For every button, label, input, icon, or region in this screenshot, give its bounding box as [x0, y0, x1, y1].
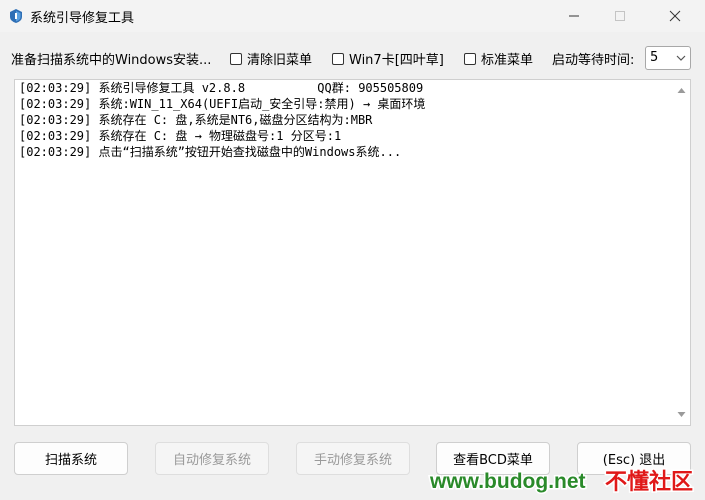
- manual-repair-button[interactable]: 手动修复系统: [296, 442, 410, 475]
- minimize-icon: [569, 15, 579, 17]
- app-window: 系统引导修复工具 准备扫描系统中的Windows安装... 清除旧菜单 Win7…: [0, 0, 705, 500]
- boot-delay-value: 5: [650, 50, 659, 65]
- chevron-down-icon: [676, 55, 686, 61]
- checkbox-label: 清除旧菜单: [247, 53, 313, 68]
- checkbox-label: Win7卡[四叶草]: [349, 53, 444, 68]
- watermark-brand: 不懂社区: [605, 469, 693, 495]
- boot-delay-label: 启动等待时间:: [552, 53, 635, 68]
- log-lines: [02:03:29] 系统引导修复工具 v2.8.8 QQ群: 90550580…: [19, 80, 670, 160]
- log-line: [02:03:29] 系统存在 C: 盘 → 物理磁盘号:1 分区号:1: [19, 129, 342, 143]
- scroll-down-arrow-icon[interactable]: [677, 411, 686, 418]
- standard-menu-checkbox[interactable]: 标准菜单: [464, 49, 533, 68]
- status-label: 准备扫描系统中的Windows安装...: [11, 53, 212, 68]
- auto-repair-button[interactable]: 自动修复系统: [155, 442, 269, 475]
- log-line: [02:03:29] 系统存在 C: 盘,系统是NT6,磁盘分区结构为:MBR: [19, 113, 373, 127]
- minimize-button[interactable]: [551, 0, 597, 32]
- checkbox-box[interactable]: [332, 52, 344, 65]
- checkbox-box[interactable]: [230, 52, 242, 65]
- log-line: [02:03:29] 系统引导修复工具 v2.8.8 QQ群: 90550580…: [19, 81, 424, 95]
- boot-delay-select[interactable]: 5: [645, 46, 691, 70]
- scroll-up-arrow-icon[interactable]: [677, 87, 686, 94]
- site-watermark: www.budog.net 不懂社区: [428, 468, 695, 497]
- scan-system-button[interactable]: 扫描系统: [14, 442, 128, 475]
- app-icon: [8, 8, 24, 24]
- title-bar: 系统引导修复工具: [0, 0, 705, 32]
- window-title: 系统引导修复工具: [30, 11, 135, 26]
- win7-checkbox[interactable]: Win7卡[四叶草]: [332, 49, 444, 68]
- checkbox-box[interactable]: [464, 52, 476, 65]
- clear-old-menu-checkbox[interactable]: 清除旧菜单: [230, 49, 312, 68]
- log-panel[interactable]: [02:03:29] 系统引导修复工具 v2.8.8 QQ群: 90550580…: [14, 79, 691, 426]
- watermark-url: www.budog.net: [429, 470, 586, 493]
- log-line: [02:03:29] 点击“扫描系统”按钮开始查找磁盘中的Windows系统..…: [19, 145, 402, 159]
- log-line: [02:03:29] 系统:WIN_11_X64(UEFI启动_安全引导:禁用)…: [19, 97, 426, 111]
- close-button[interactable]: [652, 0, 698, 32]
- close-icon: [669, 10, 681, 22]
- vertical-scrollbar[interactable]: [673, 80, 690, 425]
- maximize-icon: [615, 11, 625, 21]
- checkbox-label: 标准菜单: [481, 53, 534, 68]
- maximize-button[interactable]: [597, 0, 643, 32]
